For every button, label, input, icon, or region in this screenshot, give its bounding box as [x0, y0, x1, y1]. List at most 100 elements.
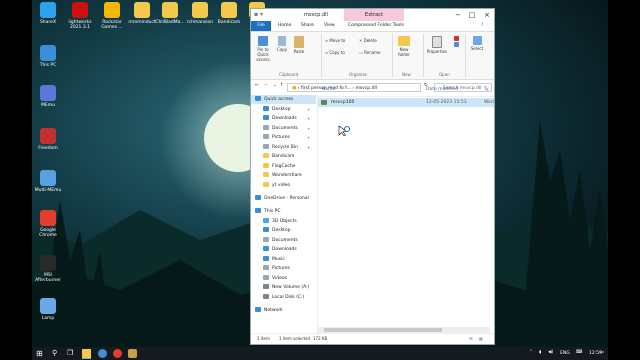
nav-item-label: Documents [272, 125, 298, 131]
ribbon-separator [321, 34, 322, 77]
nav-item[interactable]: New Volume (A:) [263, 283, 309, 292]
quick-access-toolbar[interactable]: ▪ ▾ [254, 11, 263, 18]
nav-item[interactable]: Documents [263, 236, 298, 245]
desktop-icon[interactable]: MEmu [31, 85, 65, 108]
tray-chevron-icon[interactable]: ⌃ [529, 350, 533, 355]
nav-item[interactable]: This PC [255, 207, 280, 216]
dll-file-icon [321, 100, 327, 105]
nav-item[interactable]: Desktop ✦ [263, 105, 310, 114]
open-actions-icons[interactable] [450, 36, 462, 48]
copy-to-button[interactable]: ▰ Copy to [325, 50, 355, 55]
desktop-icon-label: Freedom [38, 146, 58, 151]
nav-item-label: Desktop [272, 228, 291, 233]
table-row[interactable]: msvcp100 12-05-2023 15:53 Worl [318, 98, 494, 107]
nav-folder-icon [263, 265, 269, 270]
pin-quick-access-button[interactable]: Pin to Quick access [253, 36, 273, 62]
nav-item[interactable]: Downloads ✦ [263, 114, 310, 123]
notifications-icon[interactable]: ▭ [600, 350, 604, 355]
nav-folder-icon [255, 208, 261, 213]
nav-item-label: OneDrive - Personal [264, 196, 309, 201]
maximize-icon[interactable]: □ [465, 10, 479, 20]
column-date-modified[interactable]: Date modified [426, 87, 458, 92]
network-icon[interactable]: ◖ [539, 350, 541, 355]
select-button[interactable]: Select [468, 36, 486, 51]
close-icon[interactable]: × [480, 10, 494, 20]
chrome-taskbar-icon[interactable] [113, 349, 122, 358]
new-folder-button[interactable]: New folder [395, 36, 413, 57]
tab-share[interactable]: Share [301, 23, 314, 28]
nav-item-label: Pictures [272, 135, 290, 140]
nav-item[interactable]: Documents ✦ [263, 124, 310, 133]
nav-item[interactable]: Bandicam [263, 152, 294, 161]
recent-locations-icon[interactable]: ⌄ [273, 83, 277, 88]
volume-icon[interactable]: ◀) [548, 350, 553, 355]
back-icon[interactable]: ← [255, 83, 259, 88]
rename-button[interactable]: ▭ Rename [359, 50, 389, 55]
nav-item[interactable]: Quick access [251, 95, 316, 104]
desktop-icon[interactable]: ChillBadMa... [153, 2, 187, 25]
tab-compressed-folder-tools[interactable]: Compressed Folder Tools [348, 23, 404, 28]
nav-item[interactable]: Videos [263, 274, 287, 283]
nav-item[interactable]: Recycle Bin ✦ [263, 143, 310, 152]
nav-folder-icon [255, 96, 261, 101]
desktop-icon[interactable]: Google Chrome [31, 210, 65, 238]
nav-item[interactable]: OneDrive - Personal [255, 194, 309, 203]
keyboard-icon[interactable]: ⌨ [576, 350, 583, 355]
desktop-icon[interactable]: Freedom [31, 128, 65, 151]
help-icon[interactable]: ? [481, 23, 483, 28]
nav-item-label: Downloads [272, 116, 297, 121]
desktop-icon[interactable]: lightworks 2021.3.1 [63, 2, 97, 30]
nav-item[interactable]: Desktop [263, 226, 291, 235]
nav-item[interactable]: FlagCache [263, 162, 295, 171]
move-to-button[interactable]: ▰ Move to [325, 38, 355, 43]
nav-folder-icon [263, 236, 269, 242]
nav-item[interactable]: Pictures [263, 264, 290, 273]
nav-item[interactable]: yt video [263, 181, 290, 190]
nav-item[interactable]: Wondershare [263, 171, 302, 180]
up-icon[interactable]: ↑ [280, 83, 284, 88]
copy-button[interactable]: Copy [275, 36, 289, 52]
desktop-icon[interactable]: MSI Afterburner [31, 255, 65, 283]
group-organize: Organize [349, 72, 367, 77]
details-view-icon[interactable]: ☰ [469, 334, 473, 344]
desktop-icon[interactable]: ShareX [31, 2, 65, 25]
language-indicator[interactable]: ENG [560, 351, 570, 356]
scrollbar-thumb[interactable] [324, 328, 442, 332]
desktop-icon[interactable]: Rockstar Games ... [95, 2, 129, 30]
nav-item[interactable]: Network [255, 306, 283, 315]
extract-context-tab[interactable]: Extract [344, 9, 404, 21]
tab-file[interactable]: File [251, 21, 271, 31]
app-icon [40, 2, 56, 18]
explorer-window[interactable]: ▪ ▾ msvcp.dll Extract − □ × File Home Sh… [250, 8, 495, 345]
app-taskbar-icon[interactable] [128, 349, 137, 358]
edge-taskbar-icon[interactable] [98, 349, 107, 358]
paste-button[interactable]: Paste [291, 36, 307, 54]
file-explorer-taskbar-icon[interactable] [82, 349, 91, 359]
tab-view[interactable]: View [324, 23, 335, 28]
nav-item[interactable]: Pictures ✦ [263, 133, 310, 142]
desktop-icon[interactable]: Multi-MEmu [31, 170, 65, 193]
nav-item[interactable]: Music [263, 255, 285, 264]
file-name: msvcp100 [331, 100, 355, 105]
start-icon[interactable]: ⊞ [36, 349, 45, 358]
desktop-icon[interactable]: Lamp [31, 298, 65, 321]
column-type[interactable]: Ty [484, 87, 489, 92]
forward-icon[interactable]: → [264, 83, 268, 88]
app-icon [40, 170, 56, 186]
minimize-icon[interactable]: − [451, 10, 465, 20]
properties-button[interactable]: Properties [426, 36, 448, 54]
column-name[interactable]: Name [322, 87, 335, 92]
nav-item[interactable]: Downloads [263, 245, 297, 254]
desktop-icon[interactable]: This PC [31, 45, 65, 68]
nav-folder-icon [263, 105, 269, 111]
pin-icon: ✦ [307, 135, 311, 140]
ribbon-separator [423, 34, 424, 77]
task-view-icon[interactable]: ❐ [67, 349, 76, 358]
large-icons-view-icon[interactable]: ▦ [479, 334, 483, 344]
nav-item[interactable]: 3D Objects [263, 217, 297, 226]
title-bar[interactable]: ▪ ▾ msvcp.dll Extract − □ × [251, 9, 494, 21]
nav-item[interactable]: Local Disk (C:) [263, 293, 304, 302]
search-icon[interactable]: ⚲ [52, 349, 61, 358]
delete-button[interactable]: ✕ Delete [359, 38, 389, 43]
tab-home[interactable]: Home [278, 23, 291, 28]
